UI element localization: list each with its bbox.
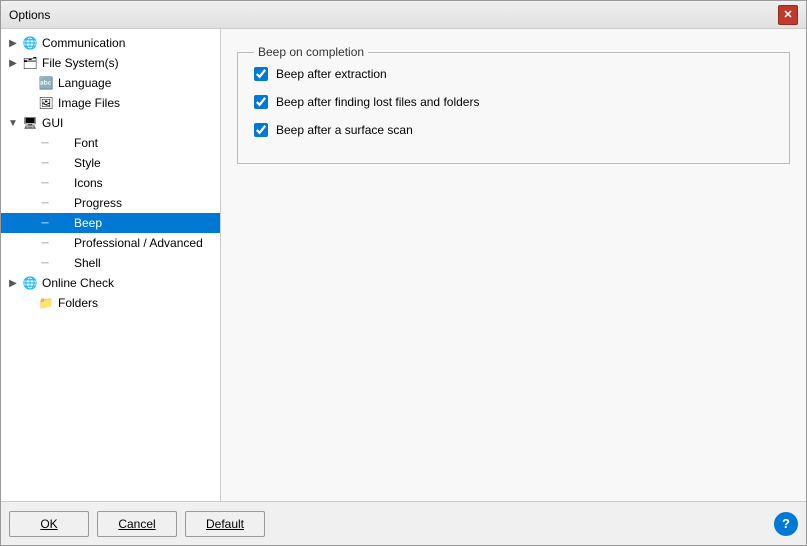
checkbox-row-extraction: Beep after extraction bbox=[254, 67, 773, 81]
sidebar-label-imagefiles: Image Files bbox=[58, 96, 120, 110]
checkbox-row-lost-files: Beep after finding lost files and folder… bbox=[254, 95, 773, 109]
filesystem-icon: 🗂 bbox=[21, 55, 39, 71]
sidebar-label-gui: GUI bbox=[42, 116, 63, 130]
sidebar-item-progress[interactable]: ─ Progress bbox=[1, 193, 220, 213]
font-icon bbox=[53, 135, 71, 151]
sidebar-item-style[interactable]: ─ Style bbox=[1, 153, 220, 173]
sidebar-item-communication[interactable]: ▶ 🌐 Communication bbox=[1, 33, 220, 53]
gui-icon: 🖥 bbox=[21, 115, 39, 131]
sidebar: ▶ 🌐 Communication ▶ 🗂 File System(s) 🔤 L… bbox=[1, 29, 221, 501]
sidebar-item-language[interactable]: 🔤 Language bbox=[1, 73, 220, 93]
sidebar-item-shell[interactable]: ─ Shell bbox=[1, 253, 220, 273]
section-legend: Beep on completion bbox=[254, 45, 368, 59]
expand-icon-onlinecheck: ▶ bbox=[5, 278, 21, 289]
dash-shell: ─ bbox=[37, 258, 53, 269]
beep-section: Beep on completion Beep after extraction… bbox=[237, 45, 790, 164]
content-area: Beep on completion Beep after extraction… bbox=[221, 29, 806, 501]
sidebar-item-folders[interactable]: 📁 Folders bbox=[1, 293, 220, 313]
sidebar-item-beep[interactable]: ─ Beep bbox=[1, 213, 220, 233]
dash-beep: ─ bbox=[37, 218, 53, 229]
expand-icon-filesystem: ▶ bbox=[5, 58, 21, 69]
sidebar-label-communication: Communication bbox=[42, 36, 125, 50]
communication-icon: 🌐 bbox=[21, 35, 39, 51]
sidebar-item-icons[interactable]: ─ Icons bbox=[1, 173, 220, 193]
sidebar-label-language: Language bbox=[58, 76, 111, 90]
beep-icon bbox=[53, 215, 71, 231]
cancel-button[interactable]: Cancel bbox=[97, 511, 177, 537]
default-button[interactable]: Default bbox=[185, 511, 265, 537]
sidebar-label-beep: Beep bbox=[74, 216, 102, 230]
dash-professional: ─ bbox=[37, 238, 53, 249]
window-title: Options bbox=[9, 8, 50, 22]
beep-extraction-label[interactable]: Beep after extraction bbox=[276, 67, 387, 81]
beep-extraction-checkbox[interactable] bbox=[254, 67, 268, 81]
sidebar-item-font[interactable]: ─ Font bbox=[1, 133, 220, 153]
ok-button[interactable]: OK bbox=[9, 511, 89, 537]
sidebar-item-onlinecheck[interactable]: ▶ 🌐 Online Check bbox=[1, 273, 220, 293]
progress-icon bbox=[53, 195, 71, 211]
style-icon bbox=[53, 155, 71, 171]
imagefiles-icon: 🖼 bbox=[37, 95, 55, 111]
icons-icon bbox=[53, 175, 71, 191]
sidebar-label-font: Font bbox=[74, 136, 98, 150]
dash-font: ─ bbox=[37, 138, 53, 149]
help-button[interactable]: ? bbox=[774, 512, 798, 536]
language-icon: 🔤 bbox=[37, 75, 55, 91]
onlinecheck-icon: 🌐 bbox=[21, 275, 39, 291]
professional-icon bbox=[53, 235, 71, 251]
dash-style: ─ bbox=[37, 158, 53, 169]
sidebar-label-style: Style bbox=[74, 156, 101, 170]
sidebar-label-shell: Shell bbox=[74, 256, 101, 270]
sidebar-label-professional: Professional / Advanced bbox=[74, 236, 203, 250]
sidebar-label-progress: Progress bbox=[74, 196, 122, 210]
sidebar-item-imagefiles[interactable]: 🖼 Image Files bbox=[1, 93, 220, 113]
sidebar-item-gui[interactable]: ▼ 🖥 GUI bbox=[1, 113, 220, 133]
main-content: ▶ 🌐 Communication ▶ 🗂 File System(s) 🔤 L… bbox=[1, 29, 806, 501]
sidebar-label-filesystem: File System(s) bbox=[42, 56, 119, 70]
sidebar-label-onlinecheck: Online Check bbox=[42, 276, 114, 290]
sidebar-item-professional[interactable]: ─ Professional / Advanced bbox=[1, 233, 220, 253]
close-button[interactable]: ✕ bbox=[778, 5, 798, 25]
sidebar-label-folders: Folders bbox=[58, 296, 98, 310]
beep-surface-checkbox[interactable] bbox=[254, 123, 268, 137]
checkbox-row-surface: Beep after a surface scan bbox=[254, 123, 773, 137]
beep-surface-label[interactable]: Beep after a surface scan bbox=[276, 123, 413, 137]
folders-icon: 📁 bbox=[37, 295, 55, 311]
dash-progress: ─ bbox=[37, 198, 53, 209]
expand-icon-communication: ▶ bbox=[5, 38, 21, 49]
expand-icon-gui: ▼ bbox=[5, 118, 21, 129]
beep-lost-files-checkbox[interactable] bbox=[254, 95, 268, 109]
dash-icons: ─ bbox=[37, 178, 53, 189]
shell-icon bbox=[53, 255, 71, 271]
options-window: Options ✕ ▶ 🌐 Communication ▶ 🗂 File Sys… bbox=[0, 0, 807, 546]
sidebar-item-filesystem[interactable]: ▶ 🗂 File System(s) bbox=[1, 53, 220, 73]
bottom-bar: OK Cancel Default ? bbox=[1, 501, 806, 545]
beep-lost-files-label[interactable]: Beep after finding lost files and folder… bbox=[276, 95, 479, 109]
title-bar: Options ✕ bbox=[1, 1, 806, 29]
sidebar-label-icons: Icons bbox=[74, 176, 103, 190]
